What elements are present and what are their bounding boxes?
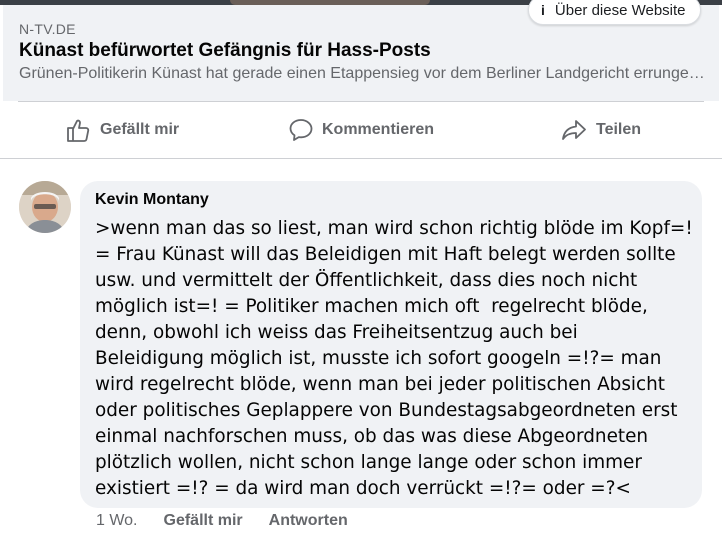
avatar-photo [19,181,71,233]
comment-timestamp[interactable]: 1 Wo. [96,512,138,530]
about-website-label: Über diese Website [554,1,686,19]
like-button[interactable]: Gefällt mir [64,102,179,158]
comment-text: >wenn man das so liest, man wird schon r… [95,218,693,499]
about-website-button[interactable]: i Über diese Website [528,0,701,25]
comment-label: Kommentieren [322,121,435,138]
info-icon: i [541,2,545,18]
comment-like-button[interactable]: Gefällt mir [164,512,243,530]
share-arrow-icon [562,120,586,140]
link-description: Grünen-Politikerin Künast hat gerade ein… [19,65,705,82]
link-headline[interactable]: Künast befürwortet Gefängnis für Hass-Po… [19,40,431,62]
comment-author[interactable]: Kevin Montany [95,191,209,209]
comment-bubble-icon [289,119,313,141]
comment-reply-button[interactable]: Antworten [269,512,348,530]
link-source: N-TV.DE [19,21,76,37]
share-label: Teilen [596,121,642,138]
post-action-bar: Gefällt mir Kommentieren Teilen [0,102,722,158]
link-preview-card[interactable]: i Über diese Website N-TV.DE Künast befü… [3,0,719,101]
divider [0,158,722,159]
share-button[interactable]: Teilen [560,102,641,158]
like-label: Gefällt mir [100,121,180,138]
comment-button[interactable]: Kommentieren [288,102,434,158]
avatar[interactable] [19,181,71,233]
comment-meta: 1 Wo. Gefällt mir Antworten [96,512,348,530]
comment-bubble: Kevin Montany >wenn man das so liest, ma… [80,181,702,508]
thumbs-up-icon [67,119,90,142]
